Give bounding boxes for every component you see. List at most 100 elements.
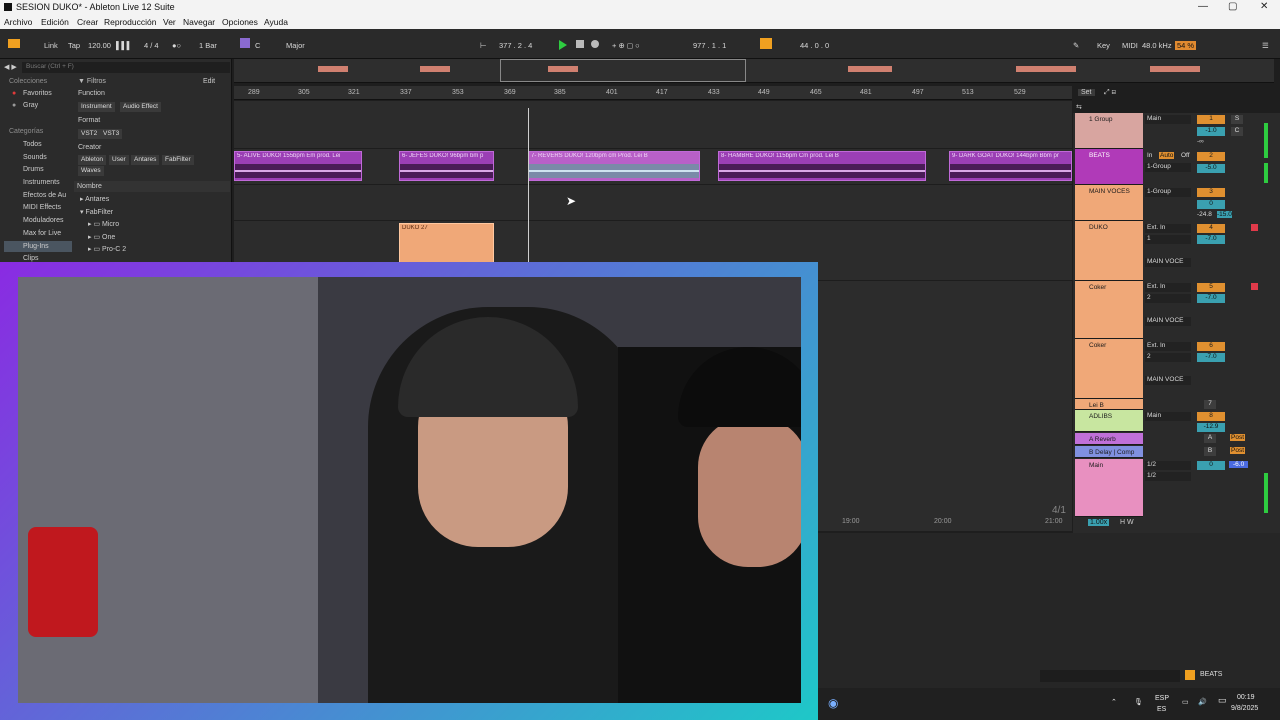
track-group[interactable]: 1 Group (1075, 113, 1143, 149)
tree-fabfilter[interactable]: ▾ FabFilter (80, 208, 113, 216)
language-indicator[interactable]: ESP (1155, 695, 1169, 702)
track-a-reverb[interactable]: A Reverb (1075, 433, 1143, 445)
input-routing[interactable]: Ext. In (1145, 283, 1191, 292)
track-number[interactable]: 8 (1197, 412, 1225, 421)
tree-one[interactable]: ▸ ▭ One (88, 233, 115, 241)
input-routing[interactable]: Ext. In (1145, 342, 1191, 351)
track-coker-2[interactable]: Coker (1075, 339, 1143, 399)
expand-icon[interactable]: ⤢ ⊟ (1104, 89, 1116, 97)
hw-buttons[interactable]: H W (1120, 519, 1134, 526)
input-routing[interactable]: Ext. In (1145, 224, 1191, 233)
clock-date[interactable]: 9/8/2025 (1231, 705, 1258, 712)
zoom-field[interactable]: 1.00x (1088, 519, 1110, 526)
play-icon[interactable] (559, 40, 567, 50)
browser-nav-icons[interactable]: ◀ ▶ (4, 63, 17, 71)
mic-icon[interactable]: 🎙 (1134, 698, 1143, 706)
category-drums[interactable]: Drums (23, 166, 44, 173)
category-audio-effects[interactable]: Efectos de Au (23, 192, 66, 199)
tag-vst3[interactable]: VST3 (100, 129, 123, 139)
midi-map-button[interactable]: MIDI (1122, 41, 1138, 50)
tag-instrument[interactable]: Instrument (78, 102, 115, 112)
track-number[interactable]: 4 (1197, 224, 1225, 233)
minimize-icon[interactable]: — (1198, 1, 1208, 12)
scale-dropdown[interactable]: Major (286, 41, 305, 50)
solo-button[interactable]: S (1231, 115, 1243, 124)
menu-navegar[interactable]: Navegar (183, 17, 215, 27)
pan-right[interactable]: -15.0 (1217, 211, 1232, 218)
track-duko[interactable]: DUKO (1075, 221, 1143, 281)
track-main[interactable]: Main (1075, 459, 1143, 517)
main-volume-field[interactable]: -6.0 (1229, 461, 1249, 468)
category-todos[interactable]: Todos (23, 141, 42, 148)
volume-field[interactable]: -7.0 (1197, 353, 1225, 362)
arrangement-ruler[interactable]: 289 305 321 337 353 369 385 401 417 433 … (234, 86, 1072, 100)
track-b-delay[interactable]: B Delay | Comp (1075, 446, 1143, 458)
input-button[interactable]: In (1147, 152, 1152, 159)
main-number[interactable]: 0 (1197, 461, 1225, 470)
tag-user[interactable]: User (109, 155, 129, 165)
output-routing[interactable]: MAIN VOCE (1145, 376, 1191, 385)
battery-icon[interactable]: ▭ (1218, 695, 1227, 706)
tag-fabfilter[interactable]: FabFilter (162, 155, 194, 165)
tray-up-icon[interactable]: ⌃ (1111, 698, 1117, 706)
volume-field[interactable]: -7.0 (1197, 235, 1225, 244)
filters-toggle[interactable]: ▼ Filtros (78, 78, 106, 85)
category-instruments[interactable]: Instruments (23, 179, 60, 186)
category-midi-effects[interactable]: MIDI Effects (23, 204, 61, 211)
track-coker-1[interactable]: Coker (1075, 281, 1143, 339)
category-sounds[interactable]: Sounds (23, 154, 47, 161)
tap-button[interactable]: Tap (68, 41, 80, 50)
input-channel[interactable]: 1 (1145, 235, 1191, 244)
clip-duko-27[interactable]: DUKO 27 (399, 223, 494, 263)
app-icon[interactable]: ◉ (828, 696, 838, 710)
arrangement-position-field[interactable]: 377 . 2 . 4 (499, 41, 532, 50)
key-map-button[interactable]: Key (1097, 41, 1110, 50)
output-routing[interactable]: MAIN VOCE (1145, 258, 1191, 267)
post-button[interactable]: Post (1230, 447, 1246, 454)
tag-ableton[interactable]: Ableton (78, 155, 107, 165)
playhead[interactable] (528, 108, 529, 268)
output-routing[interactable]: Main (1145, 412, 1191, 421)
set-button[interactable]: Set (1078, 89, 1095, 96)
category-max-for-live[interactable]: Max for Live (23, 230, 61, 237)
clip-jefes[interactable]: 6- JEFES DUKO! 96bpm bm p (399, 151, 494, 181)
edit-filters-button[interactable]: Edit (203, 78, 215, 85)
pan-left[interactable]: -24.8 (1197, 211, 1212, 218)
scale-mode-icon[interactable] (240, 38, 250, 48)
output-routing[interactable]: MAIN VOCE (1145, 317, 1191, 326)
tag-vst2[interactable]: VST2 (78, 129, 101, 139)
cue-button[interactable]: C (1231, 127, 1243, 136)
tag-waves[interactable]: Waves (78, 166, 104, 176)
stop-icon[interactable] (576, 40, 584, 48)
function-filter[interactable]: Function (78, 90, 105, 97)
key-dropdown[interactable]: C (255, 41, 260, 50)
volume-icon[interactable]: 🔊 (1198, 698, 1207, 706)
track-main-voces[interactable]: MAIN VOCES (1075, 185, 1143, 221)
monitor-icon[interactable]: ▭ (1182, 698, 1189, 706)
loop-length-field[interactable]: 44 . 0 . 0 (800, 41, 829, 50)
tempo-field[interactable]: 120.00 (88, 41, 111, 50)
menu-crear[interactable]: Crear (77, 17, 98, 27)
transport-extra-icons[interactable]: + ⊕ ◻ ○ (612, 41, 640, 50)
category-plug-ins[interactable]: Plug-Ins (23, 243, 49, 250)
output-routing-2[interactable]: 1/2 (1145, 472, 1191, 481)
output-routing[interactable]: 1-Group (1145, 163, 1191, 172)
track-number[interactable]: 7 (1204, 400, 1216, 409)
track-number[interactable]: 3 (1197, 188, 1225, 197)
clip-alive[interactable]: 5- ALIVE DUKO! 155bpm Em prod. Lei (234, 151, 362, 181)
off-button[interactable]: Off (1181, 152, 1190, 159)
auto-button[interactable]: Auto (1159, 152, 1175, 159)
name-column-header[interactable]: Nombre (77, 183, 102, 190)
menu-ver[interactable]: Ver (163, 17, 176, 27)
collapse-arrows-icon[interactable]: ⇆ (1076, 103, 1082, 111)
follow-icon[interactable]: ●○ (172, 41, 181, 50)
menu-edicion[interactable]: Edición (41, 17, 69, 27)
metronome-icon[interactable]: ▌▌▌ (116, 41, 132, 50)
output-routing[interactable]: 1-Group (1145, 188, 1191, 197)
track-adlibs[interactable]: ADLIBS (1075, 410, 1143, 432)
browser-toggle-icon[interactable] (8, 39, 20, 48)
quantize-dropdown[interactable]: 1 Bar (199, 41, 217, 50)
menu-opciones[interactable]: Opciones (222, 17, 258, 27)
track-number[interactable]: 5 (1197, 283, 1225, 292)
browser-search-input[interactable]: Buscar (Ctrl + F) (22, 62, 230, 73)
